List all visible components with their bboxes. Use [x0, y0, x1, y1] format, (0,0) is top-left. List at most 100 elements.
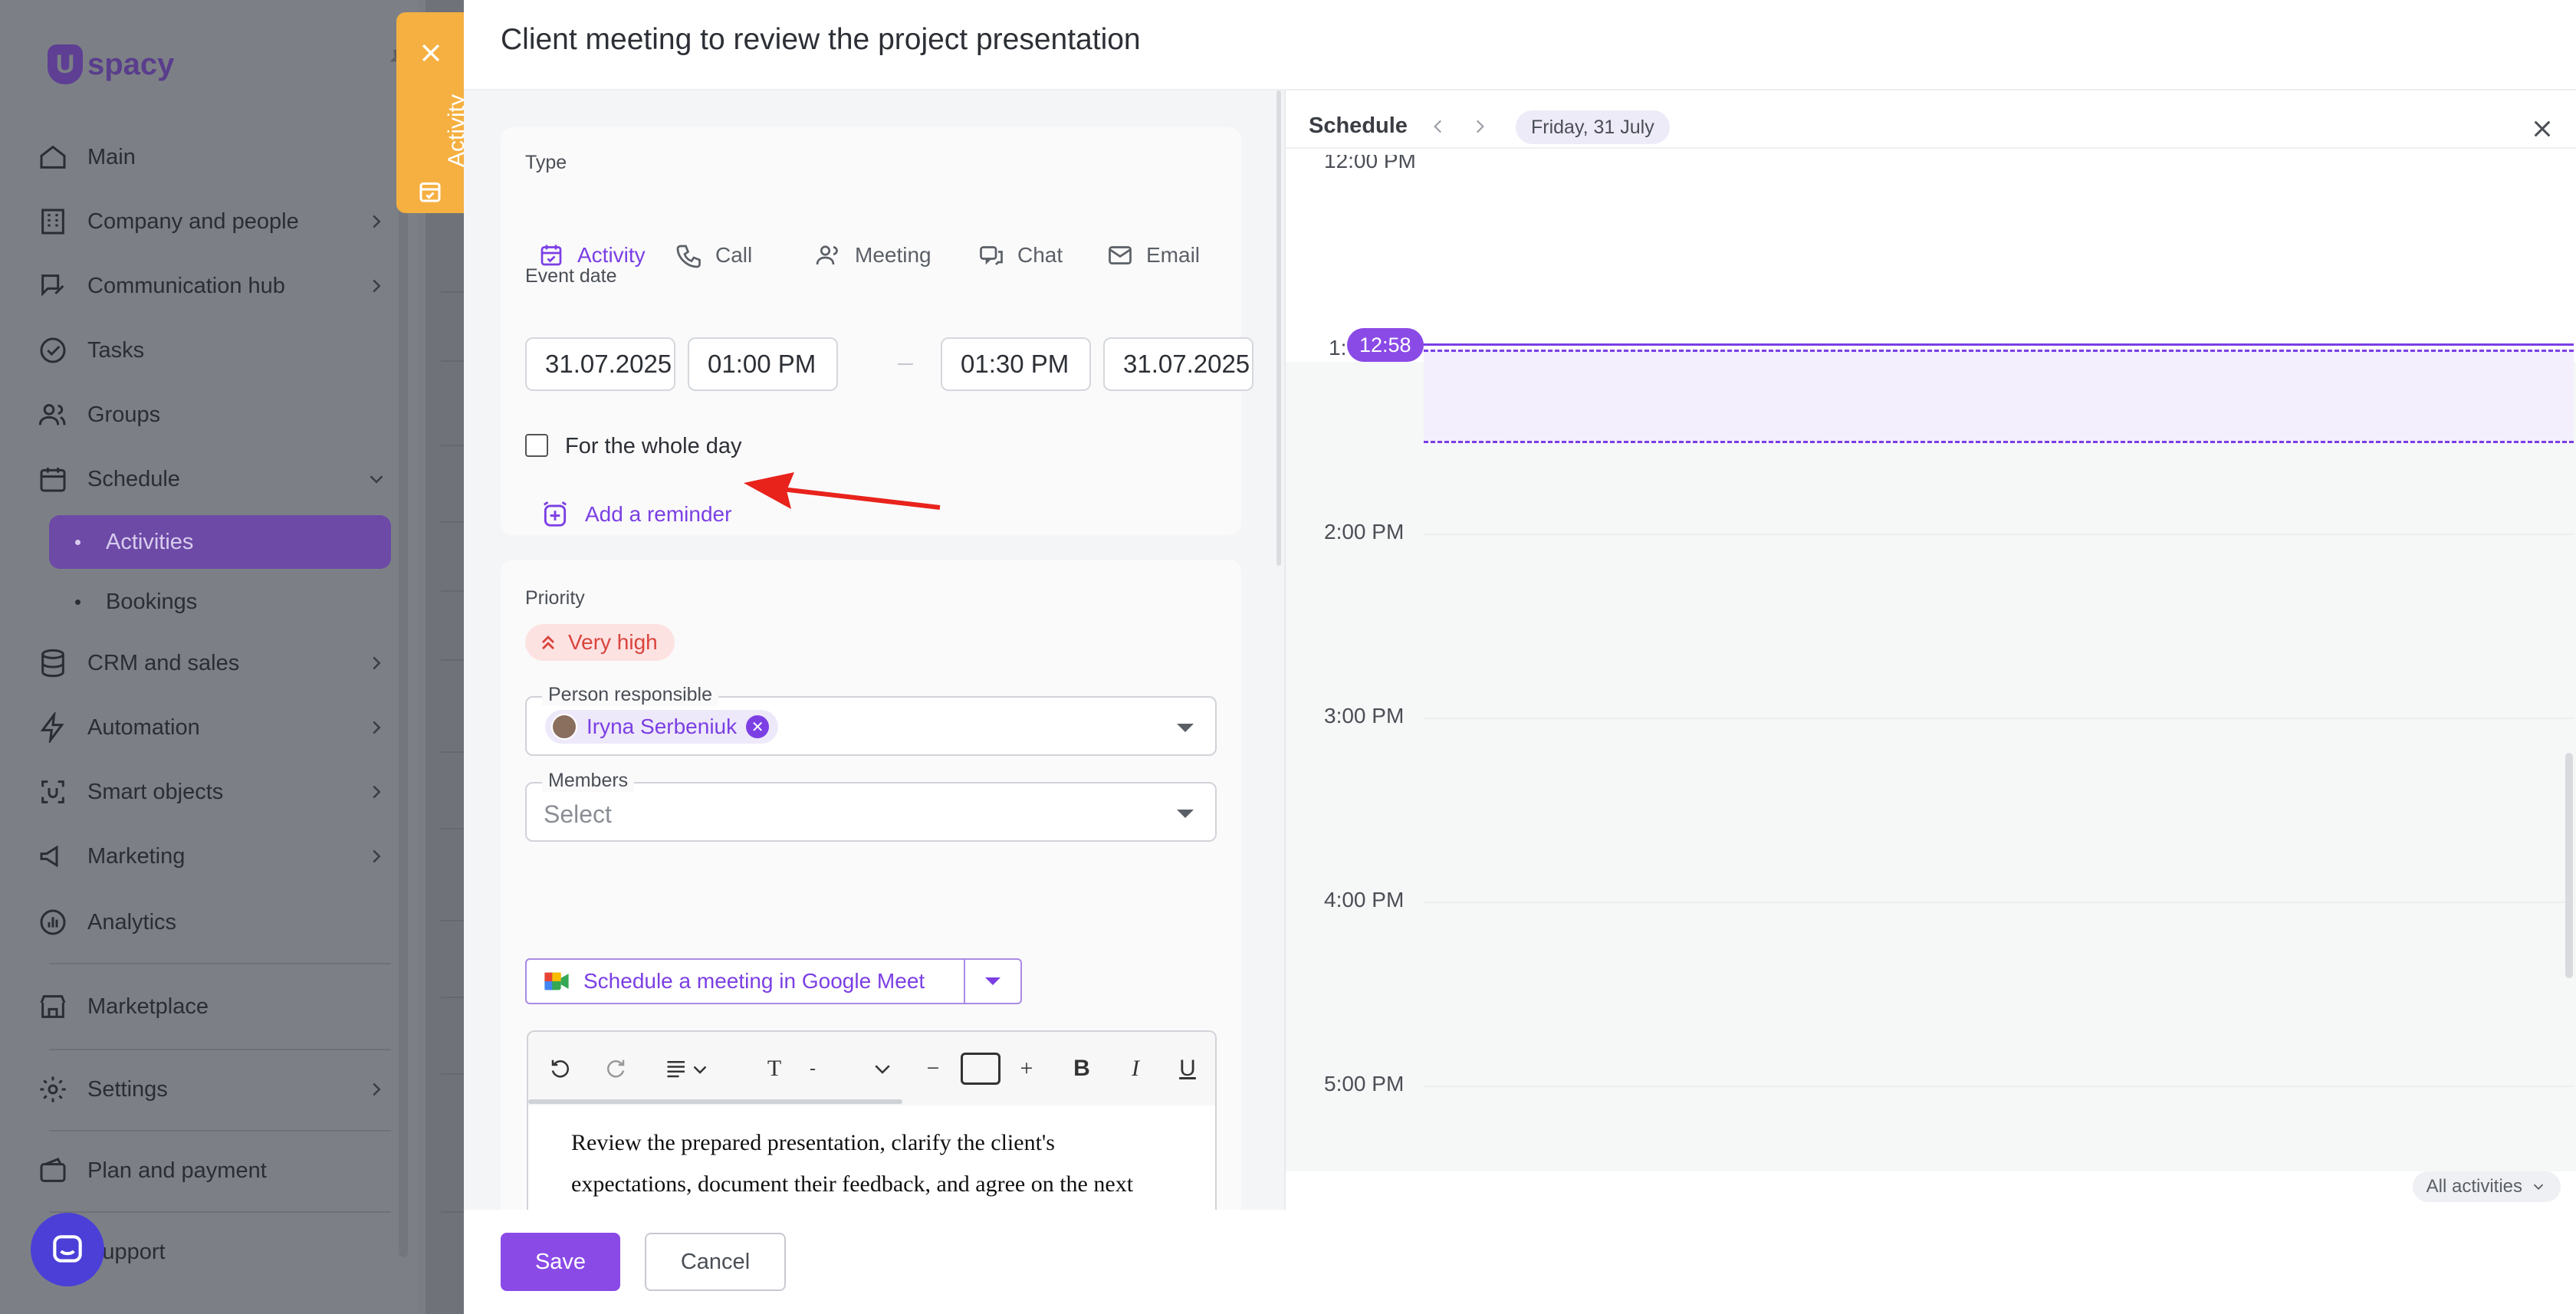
person-responsible-select[interactable]: Person responsible Iryna Serbeniuk ✕	[525, 684, 1217, 756]
all-activities-dropdown[interactable]: All activities	[2412, 1171, 2561, 1202]
person-chip[interactable]: Iryna Serbeniuk ✕	[545, 710, 779, 744]
mail-icon	[1109, 246, 1132, 264]
text-style-icon[interactable]: T	[755, 1052, 794, 1086]
type-call[interactable]: Call	[675, 236, 752, 274]
font-size-dropdown-icon[interactable]	[866, 1052, 899, 1086]
start-date-input[interactable]: 31.07.2025	[525, 337, 675, 391]
nav-automation[interactable]: Automation	[35, 701, 388, 754]
column-scrollbar[interactable]	[1276, 90, 1281, 566]
chat-support-button[interactable]	[31, 1213, 104, 1286]
alarm-plus-icon	[543, 501, 567, 527]
logo[interactable]: U spacy	[48, 44, 174, 84]
type-meeting[interactable]: Meeting	[815, 236, 932, 274]
nav-activities[interactable]: Activities	[49, 515, 391, 569]
nav-bookings[interactable]: Bookings	[49, 575, 391, 629]
gmeet-label: Schedule a meeting in Google Meet	[583, 969, 925, 993]
google-meet-icon	[544, 972, 569, 990]
schedule-scrollbar[interactable]	[2565, 753, 2573, 978]
building-icon	[35, 204, 71, 239]
calendar-icon	[35, 462, 71, 497]
plus-icon[interactable]: +	[1010, 1052, 1043, 1086]
schedule-google-meet-button[interactable]: Schedule a meeting in Google Meet	[527, 960, 964, 1003]
cancel-button[interactable]: Cancel	[645, 1233, 786, 1291]
chevron-right-icon[interactable]	[1470, 117, 1490, 136]
remove-person-icon[interactable]: ✕	[746, 715, 770, 738]
database-icon	[35, 646, 71, 681]
hour-label: 1:	[1329, 336, 1347, 360]
italic-icon[interactable]: I	[1119, 1052, 1152, 1086]
wallet-icon	[35, 1153, 71, 1188]
gmeet-dropdown-button[interactable]	[964, 960, 1020, 1003]
chevron-right-icon	[373, 721, 381, 734]
nav-schedule[interactable]: Schedule	[35, 452, 388, 506]
avatar	[551, 714, 577, 740]
align-dropdown[interactable]	[654, 1052, 723, 1086]
members-placeholder: Select	[544, 800, 612, 828]
nav-plan[interactable]: Plan and payment	[35, 1144, 388, 1197]
minus-icon[interactable]: −	[918, 1052, 948, 1086]
redo-icon[interactable]	[599, 1052, 632, 1086]
hour-line	[1424, 1086, 2574, 1087]
type-label: Activity	[577, 243, 646, 267]
nav-groups[interactable]: Groups	[35, 388, 388, 442]
nav-company[interactable]: Company and people	[35, 195, 388, 248]
nav-label: Marketplace	[87, 994, 209, 1019]
color-swatch[interactable]	[958, 1052, 1004, 1086]
nav-tasks[interactable]: Tasks	[35, 324, 388, 377]
undo-icon[interactable]	[544, 1052, 577, 1086]
home-icon	[35, 140, 71, 175]
sidebar-scrollbar[interactable]	[399, 46, 408, 1257]
save-button[interactable]: Save	[501, 1233, 620, 1291]
form-column: Type Activity Call Meeting Chat Email Ev…	[464, 90, 1276, 1314]
grid-top	[1286, 155, 2576, 362]
dropdown-caret-icon[interactable]	[1177, 724, 1194, 732]
type-chat[interactable]: Chat	[978, 236, 1063, 274]
nav-marketplace[interactable]: Marketplace	[35, 980, 388, 1033]
nav-label: CRM and sales	[87, 650, 240, 675]
members-select[interactable]: Members Select	[525, 770, 1217, 842]
nav-communication[interactable]: Communication hub	[35, 259, 388, 313]
activity-side-tab[interactable]: Activity	[396, 12, 469, 213]
chevron-left-icon[interactable]	[1428, 117, 1448, 136]
chat-bubble-icon	[53, 1235, 82, 1263]
nav-settings[interactable]: Settings	[35, 1063, 388, 1116]
close-icon[interactable]	[2530, 117, 2555, 141]
nav-marketing[interactable]: Marketing	[35, 829, 388, 883]
end-time-input[interactable]: 01:30 PM	[941, 337, 1091, 391]
type-email[interactable]: Email	[1106, 236, 1200, 274]
start-time-input[interactable]: 01:00 PM	[688, 337, 838, 391]
event-block[interactable]	[1424, 350, 2574, 443]
hour-label: 5:00 PM	[1324, 1072, 1405, 1096]
chevron-right-icon	[373, 785, 381, 799]
whole-day-checkbox[interactable]	[525, 434, 548, 457]
type-label: Email	[1146, 243, 1201, 267]
hour-label: 12:00 PM	[1324, 155, 1416, 172]
nav-label: Marketing	[87, 843, 186, 869]
dropdown-caret-icon[interactable]	[1177, 810, 1194, 818]
font-size-value[interactable]: -	[801, 1052, 824, 1086]
members-label: Members	[542, 770, 635, 792]
date-pill[interactable]: Friday, 31 July	[1516, 110, 1670, 144]
page-title[interactable]: Client meeting to review the project pre…	[501, 23, 1141, 57]
whole-day-label: For the whole day	[565, 434, 742, 458]
underline-icon[interactable]: U	[1171, 1052, 1204, 1086]
priority-badge[interactable]: Very high	[525, 624, 675, 661]
nav-label: Activities	[106, 529, 194, 554]
day-grid[interactable]: 12:00 PM 1: 12:58 2:00 PM 3:00 PM 4:00 P…	[1286, 155, 2576, 1171]
nav-crm[interactable]: CRM and sales	[35, 636, 388, 690]
bold-icon[interactable]: B	[1065, 1052, 1099, 1086]
divider	[49, 1211, 391, 1213]
scan-icon	[35, 774, 71, 810]
chevron-right-icon	[373, 849, 381, 863]
nav-smart-objects[interactable]: Smart objects	[35, 765, 388, 819]
date-range-dash	[898, 363, 913, 365]
end-date-input[interactable]: 31.07.2025	[1103, 337, 1254, 391]
caret-down-icon	[985, 977, 1001, 985]
divider	[49, 1130, 391, 1132]
nav-analytics[interactable]: Analytics	[35, 895, 388, 949]
add-reminder-button[interactable]: Add a reminder	[540, 500, 731, 529]
close-icon[interactable]	[418, 40, 444, 66]
toolbar-scrollbar[interactable]	[528, 1099, 902, 1104]
nav-main[interactable]: Main	[35, 130, 388, 184]
chevron-right-icon	[373, 215, 381, 228]
